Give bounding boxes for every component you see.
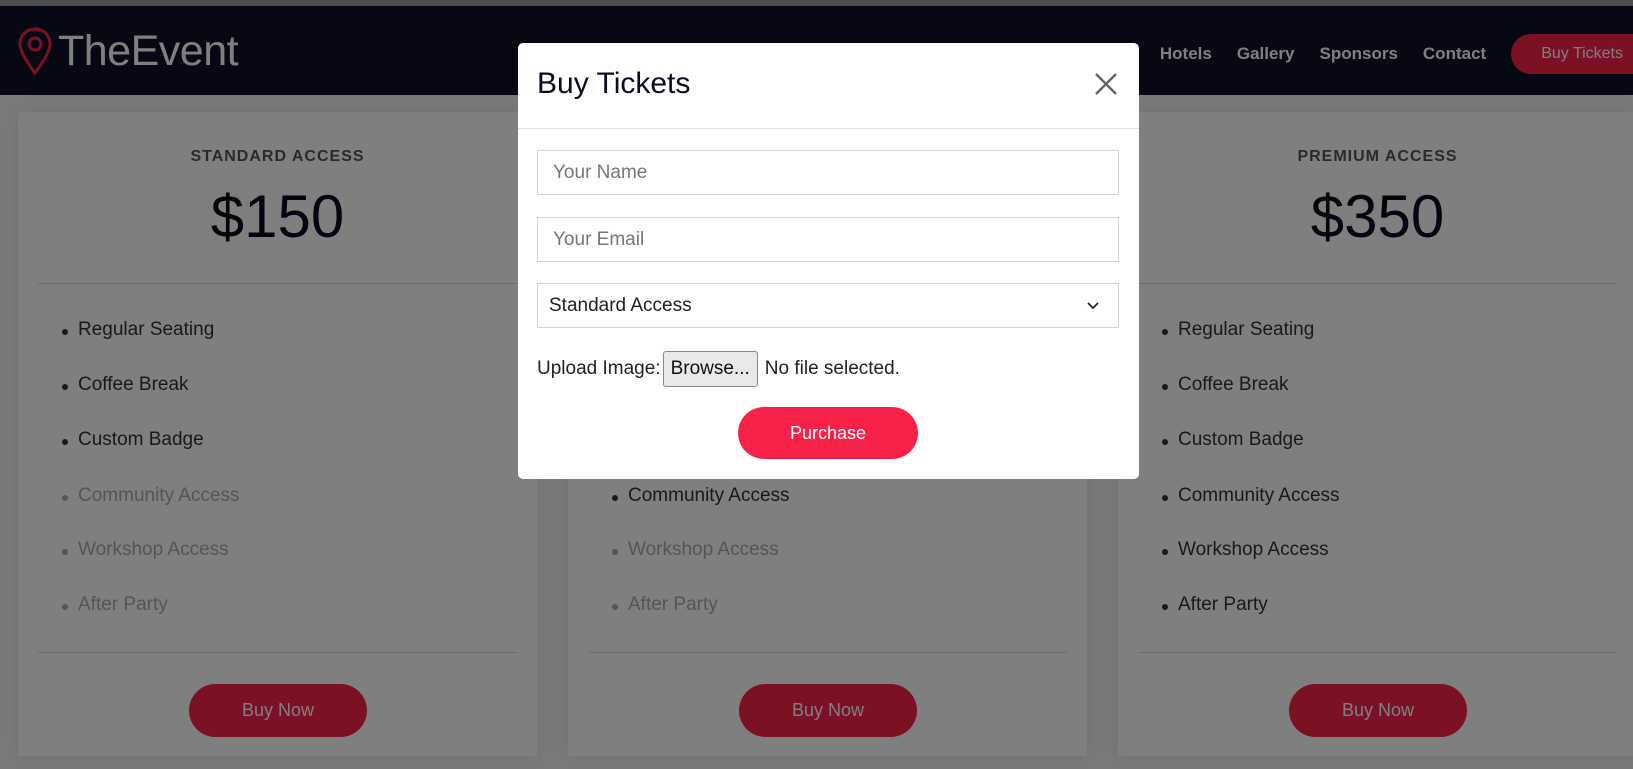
- ticket-type-select[interactable]: Standard Access: [537, 283, 1119, 328]
- modal-title: Buy Tickets: [537, 67, 691, 100]
- browse-button[interactable]: Browse...: [662, 351, 758, 387]
- ticket-type-value: Standard Access: [549, 295, 692, 316]
- upload-row: Upload Image: Browse... No file selected…: [537, 351, 900, 387]
- email-input[interactable]: Your Email: [537, 217, 1119, 262]
- close-icon[interactable]: [1093, 71, 1119, 97]
- purchase-button[interactable]: Purchase: [738, 407, 918, 459]
- upload-label: Upload Image:: [537, 358, 661, 379]
- buy-tickets-modal: Buy Tickets Your Name Your Email Standar…: [518, 43, 1139, 479]
- chevron-down-icon: [1087, 302, 1099, 310]
- file-status: No file selected.: [764, 358, 900, 379]
- modal-header: Buy Tickets: [518, 43, 1139, 129]
- name-input[interactable]: Your Name: [537, 150, 1119, 195]
